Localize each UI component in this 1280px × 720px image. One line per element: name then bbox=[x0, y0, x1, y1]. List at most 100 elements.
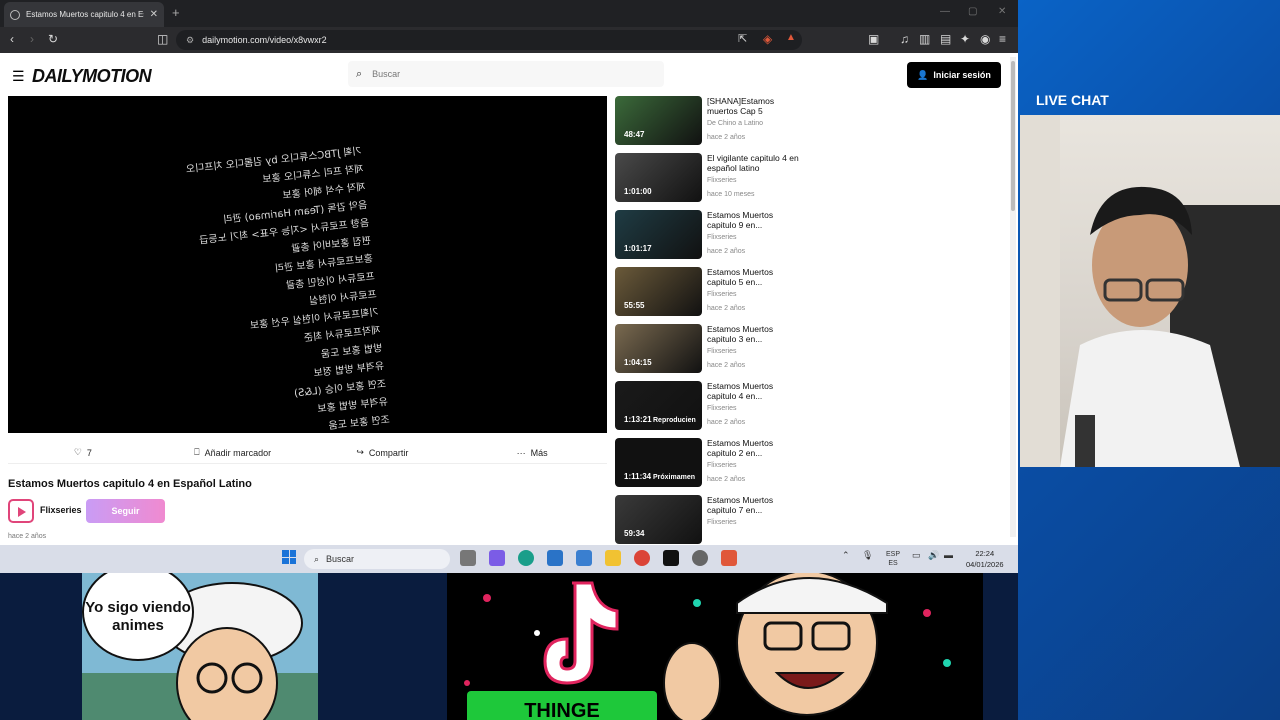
related-video-item[interactable]: 1:11:34 Próximamen Estamos Muertos capitul… bbox=[615, 438, 835, 488]
wallet-icon[interactable]: ▤ bbox=[940, 32, 951, 46]
tiktok-icon[interactable] bbox=[663, 550, 679, 566]
new-tab-icon[interactable]: + bbox=[172, 5, 180, 20]
related-video-title[interactable]: Estamos Muertos capitulo 3 en... bbox=[707, 324, 799, 344]
back-icon[interactable]: ‹ bbox=[10, 32, 14, 46]
search-input[interactable]: ⌕ Buscar bbox=[348, 61, 664, 87]
channel-logo-icon[interactable] bbox=[8, 499, 34, 523]
close-window-icon[interactable]: ✕ bbox=[998, 6, 1006, 17]
reader-icon[interactable]: ▥ bbox=[919, 32, 930, 46]
lang-primary: ESP bbox=[886, 551, 901, 558]
share-page-icon[interactable]: ⇱ bbox=[738, 32, 747, 45]
battery-icon[interactable]: ▬ bbox=[944, 550, 953, 560]
leo-ai-icon[interactable]: ✦ bbox=[960, 32, 970, 46]
brave-icon[interactable] bbox=[721, 550, 737, 566]
related-video-title[interactable]: Estamos Muertos capitulo 4 en... bbox=[707, 381, 799, 401]
related-video-title[interactable]: Estamos Muertos capitulo 9 en... bbox=[707, 210, 799, 230]
site-info-icon[interactable]: ⚙ bbox=[186, 35, 194, 46]
tab-active[interactable]: Estamos Muertos capitulo 4 en Españ ✕ bbox=[4, 2, 164, 27]
volume-icon[interactable]: 🔊 bbox=[928, 550, 939, 561]
share-button[interactable]: ↪ Compartir bbox=[307, 442, 458, 464]
more-button[interactable]: ··· Más bbox=[457, 442, 607, 464]
webcam-feed bbox=[1020, 115, 1280, 467]
related-video-item[interactable]: 1:01:17 Estamos Muertos capitulo 9 en... F… bbox=[615, 210, 835, 260]
related-video-channel[interactable]: Flixseries bbox=[707, 519, 737, 526]
video-thumbnail[interactable]: 55:55 bbox=[615, 267, 702, 316]
store-icon[interactable] bbox=[576, 550, 592, 566]
brave-shields-icon[interactable]: ◈ bbox=[763, 32, 772, 46]
tab-bar: Estamos Muertos capitulo 4 en Españ ✕ + … bbox=[0, 0, 1018, 27]
related-video-item[interactable]: 1:04:15 Estamos Muertos capitulo 3 en... F… bbox=[615, 324, 835, 374]
video-thumbnail[interactable]: 1:01:00 bbox=[615, 153, 702, 202]
like-button[interactable]: ♡ 7 bbox=[8, 442, 158, 464]
task-view-icon[interactable] bbox=[460, 550, 476, 566]
reload-icon[interactable]: ↻ bbox=[48, 32, 58, 46]
playback-status-badge: Reproducien bbox=[653, 417, 696, 424]
related-video-date: hace 2 años bbox=[707, 476, 746, 483]
forward-icon[interactable]: › bbox=[30, 32, 34, 46]
edge-icon[interactable] bbox=[518, 550, 534, 566]
language-indicator[interactable]: ESP ES bbox=[886, 550, 900, 568]
bookmark-button[interactable]: ⎕ Añadir marcador bbox=[157, 442, 308, 464]
related-video-title[interactable]: Estamos Muertos capitulo 7 en... bbox=[707, 495, 799, 515]
video-thumbnail[interactable]: 48:47 bbox=[615, 96, 702, 145]
channel-name[interactable]: Flixseries bbox=[40, 505, 82, 515]
obs-icon[interactable] bbox=[692, 550, 708, 566]
video-thumbnail[interactable]: 1:13:21 Reproducien bbox=[615, 381, 702, 430]
dailymotion-logo[interactable]: DAILYMOTION bbox=[32, 66, 152, 87]
scroll-thumb[interactable] bbox=[1011, 61, 1015, 211]
video-thumbnail[interactable]: 1:01:17 bbox=[615, 210, 702, 259]
file-explorer-icon[interactable] bbox=[605, 550, 621, 566]
bookmark-page-icon[interactable]: ◫ bbox=[157, 32, 168, 46]
related-video-item[interactable]: 1:13:21 Reproducien Estamos Muertos capitu… bbox=[615, 381, 835, 431]
related-video-title[interactable]: [SHANA]Estamos muertos Cap 5 bbox=[707, 96, 799, 116]
hamburger-menu-icon[interactable]: ☰ bbox=[12, 68, 25, 85]
clock-time: 22:24 bbox=[975, 549, 995, 558]
bookmark-icon: ⎕ bbox=[194, 447, 200, 457]
tray-expand-icon[interactable]: ⌃ bbox=[842, 550, 850, 561]
vpn-icon[interactable]: ◉ bbox=[980, 32, 990, 46]
video-thumbnail[interactable]: 1:11:34 Próximamen bbox=[615, 438, 702, 487]
related-video-channel[interactable]: Flixseries bbox=[707, 405, 737, 412]
minimize-icon[interactable]: — bbox=[940, 6, 950, 17]
page-scrollbar[interactable] bbox=[1010, 57, 1016, 537]
related-video-item[interactable]: 48:47 [SHANA]Estamos muertos Cap 5 De Chin… bbox=[615, 96, 835, 146]
video-thumbnail[interactable]: 1:04:15 bbox=[615, 324, 702, 373]
related-video-channel[interactable]: Flixseries bbox=[707, 234, 737, 241]
video-player[interactable]: 기획 JTBC스튜디오 by 김롬디오 치프디오 제작 프리 스튜디오 홍보 제작 … bbox=[8, 96, 607, 433]
related-video-date: hace 2 años bbox=[707, 419, 746, 426]
related-video-item[interactable]: 59:34 Estamos Muertos capitulo 7 en... Fli… bbox=[615, 495, 835, 545]
copilot-icon[interactable] bbox=[489, 550, 505, 566]
vscode-icon[interactable] bbox=[547, 550, 563, 566]
chrome-icon[interactable] bbox=[634, 550, 650, 566]
browser-toolbar: ‹ › ↻ ◫ ⚙ dailymotion.com/video/x8vwxr2 … bbox=[0, 27, 1018, 53]
windows-start-icon[interactable] bbox=[282, 550, 296, 564]
related-video-channel[interactable]: Flixseries bbox=[707, 462, 737, 469]
close-tab-icon[interactable]: ✕ bbox=[150, 9, 158, 20]
mic-icon[interactable]: 🎙 bbox=[862, 550, 873, 561]
login-button[interactable]: 👤 Iniciar sesión bbox=[907, 62, 1001, 88]
related-video-title[interactable]: El vigilante capitulo 4 en español latin… bbox=[707, 153, 799, 173]
related-video-item[interactable]: 1:01:00 El vigilante capitulo 4 en españo… bbox=[615, 153, 835, 203]
maximize-icon[interactable]: ▢ bbox=[968, 6, 977, 17]
related-video-title[interactable]: Estamos Muertos capitulo 2 en... bbox=[707, 438, 799, 458]
video-actions: ♡ 7 ⎕ Añadir marcador ↪ Compartir ··· Má… bbox=[8, 442, 607, 464]
related-video-item[interactable]: 55:55 Estamos Muertos capitulo 5 en... Fli… bbox=[615, 267, 835, 317]
menu-icon[interactable]: ≡ bbox=[999, 32, 1006, 46]
taskbar-search[interactable]: ⌕ Buscar bbox=[304, 549, 450, 569]
related-video-channel[interactable]: Flixseries bbox=[707, 177, 737, 184]
video-duration: 55:55 bbox=[624, 301, 645, 310]
video-thumbnail[interactable]: 59:34 bbox=[615, 495, 702, 544]
media-icon[interactable]: ♫ bbox=[900, 32, 909, 46]
clock[interactable]: 22:24 04/01/2026 bbox=[966, 548, 1004, 570]
related-video-title[interactable]: Estamos Muertos capitulo 5 en... bbox=[707, 267, 799, 287]
network-icon[interactable]: ▭ bbox=[912, 550, 921, 561]
dailymotion-favicon-icon bbox=[10, 9, 20, 20]
brave-rewards-icon[interactable]: ▲ bbox=[786, 32, 796, 43]
address-bar[interactable]: ⚙ dailymotion.com/video/x8vwxr2 bbox=[176, 30, 802, 50]
related-video-channel[interactable]: De Chino a Latino bbox=[707, 120, 763, 127]
more-label: Más bbox=[530, 447, 548, 458]
follow-button[interactable]: Seguir bbox=[86, 499, 165, 523]
related-video-channel[interactable]: Flixseries bbox=[707, 291, 737, 298]
related-video-channel[interactable]: Flixseries bbox=[707, 348, 737, 355]
sidebar-toggle-icon[interactable]: ▣ bbox=[868, 32, 879, 46]
